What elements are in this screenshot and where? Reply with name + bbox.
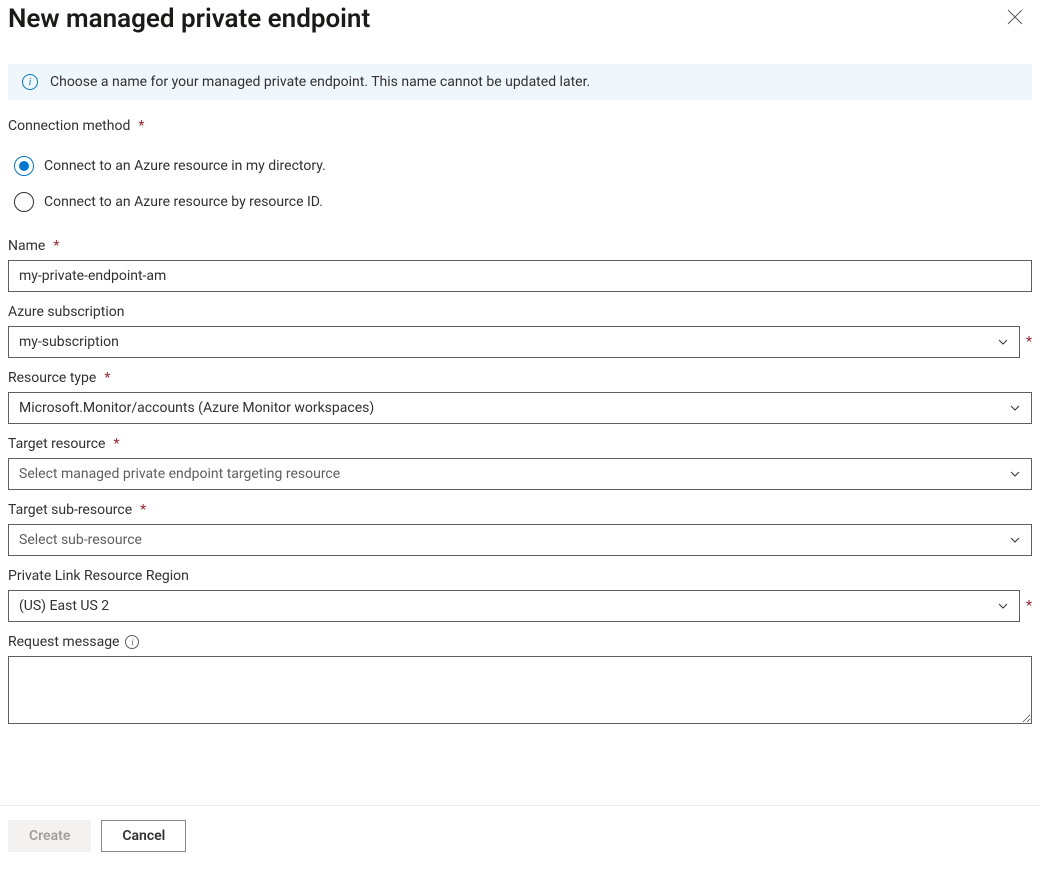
- request-message-label: Request message i: [8, 634, 139, 650]
- info-icon: i: [22, 74, 38, 90]
- connection-method-label: Connection method*: [8, 118, 144, 134]
- subscription-select[interactable]: my-subscription: [8, 326, 1020, 358]
- connection-method-radio-group: Connect to an Azure resource in my direc…: [8, 156, 1032, 212]
- close-button[interactable]: [1004, 8, 1026, 30]
- subscription-label: Azure subscription: [8, 304, 124, 320]
- region-label: Private Link Resource Region: [8, 568, 189, 584]
- footer: Create Cancel: [0, 805, 1040, 872]
- resource-type-label: Resource type*: [8, 370, 110, 386]
- target-sub-resource-placeholder: Select sub-resource: [19, 532, 142, 548]
- chevron-down-icon: [1009, 534, 1021, 546]
- chevron-down-icon: [997, 336, 1009, 348]
- radio-label: Connect to an Azure resource by resource…: [44, 194, 323, 210]
- target-resource-label: Target resource*: [8, 436, 120, 452]
- chevron-down-icon: [1009, 468, 1021, 480]
- target-resource-placeholder: Select managed private endpoint targetin…: [19, 466, 340, 482]
- subscription-value: my-subscription: [19, 334, 119, 350]
- name-input[interactable]: [8, 260, 1032, 292]
- region-select[interactable]: (US) East US 2: [8, 590, 1020, 622]
- page-title: New managed private endpoint: [8, 4, 370, 34]
- target-sub-resource-select[interactable]: Select sub-resource: [8, 524, 1032, 556]
- target-sub-resource-label: Target sub-resource*: [8, 502, 146, 518]
- radio-icon: [14, 156, 34, 176]
- required-indicator: *: [1026, 598, 1032, 614]
- radio-connect-directory[interactable]: Connect to an Azure resource in my direc…: [8, 156, 1032, 176]
- name-label: Name*: [8, 238, 59, 254]
- resource-type-select[interactable]: Microsoft.Monitor/accounts (Azure Monito…: [8, 392, 1032, 424]
- region-value: (US) East US 2: [19, 598, 109, 614]
- info-text: Choose a name for your managed private e…: [50, 74, 590, 90]
- radio-connect-resource-id[interactable]: Connect to an Azure resource by resource…: [8, 192, 1032, 212]
- request-message-input[interactable]: [8, 656, 1032, 724]
- radio-label: Connect to an Azure resource in my direc…: [44, 158, 326, 174]
- cancel-button[interactable]: Cancel: [101, 820, 186, 852]
- info-icon[interactable]: i: [125, 635, 139, 649]
- info-bar: i Choose a name for your managed private…: [8, 64, 1032, 100]
- panel-header: New managed private endpoint: [8, 4, 1032, 34]
- radio-icon: [14, 192, 34, 212]
- target-resource-select[interactable]: Select managed private endpoint targetin…: [8, 458, 1032, 490]
- resource-type-value: Microsoft.Monitor/accounts (Azure Monito…: [19, 400, 374, 416]
- required-indicator: *: [1026, 334, 1032, 350]
- chevron-down-icon: [997, 600, 1009, 612]
- create-button[interactable]: Create: [8, 820, 91, 852]
- chevron-down-icon: [1009, 402, 1021, 414]
- close-icon: [1007, 9, 1023, 29]
